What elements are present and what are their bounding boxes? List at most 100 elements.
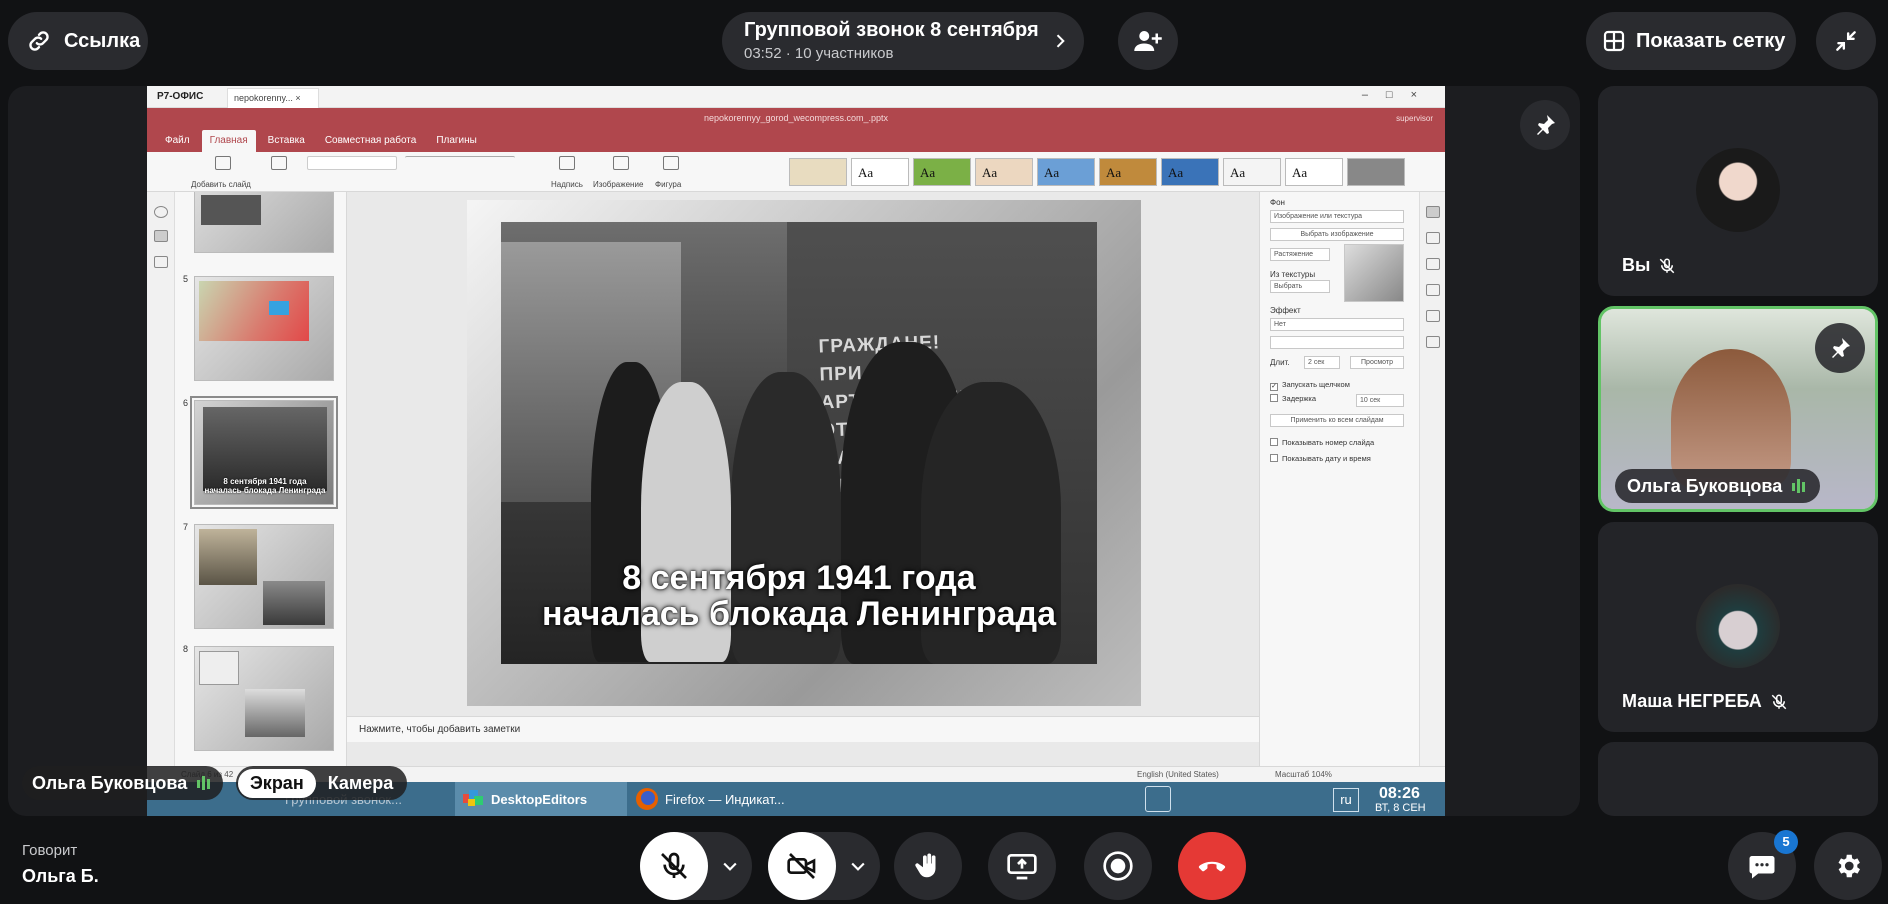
start-on-click-checkbox: ✓ Запускать щелчком [1270,380,1350,391]
pin-participant-button[interactable] [1815,323,1865,373]
language-label: English (United States) [1137,770,1219,779]
collapse-button[interactable] [1816,12,1876,70]
microphone-toggle-button[interactable] [640,832,708,900]
taskbar-desktop-editors-label: DesktopEditors [491,791,588,807]
call-info-button[interactable]: Групповой звонок 8 сентября 03:52 · 10 у… [722,12,1084,70]
app-logo: Р7-ОФИС [157,91,204,102]
volume-icon [1177,786,1203,812]
link-icon [29,31,49,51]
thumb-photo [199,529,257,585]
ribbon-tab-insert: Вставка [267,135,305,146]
chat-icon [1749,856,1775,879]
camera-toggle[interactable]: Камера [316,769,406,798]
call-subtitle: 03:52 · 10 участников [744,45,894,62]
comments-icon [154,256,168,268]
presenter-name: Ольга Буковцова [32,772,188,793]
slide-thumbnail-5 [194,276,334,381]
microphone-control[interactable] [640,832,752,900]
participant-tile-more[interactable] [1598,742,1878,816]
document-tab-label: nepokorenny... [234,93,293,103]
right-toolbar [1419,192,1445,766]
share-screen-icon [1007,854,1037,880]
participant-name-masha: Маша НЕГРЕБА [1622,691,1762,711]
slide-caption-line-2: началась блокада Ленинграда [541,595,1057,633]
notes-placeholder: Нажмите, чтобы добавить заметки [359,724,521,735]
link-button[interactable]: Ссылка [8,12,148,70]
search-icon [154,206,168,218]
ribbon-tab-collab: Совместная работа [324,135,417,146]
theme-7: Aa [1161,158,1219,186]
thumb-caption: 8 сентября 1941 года началась блокада Ле… [204,477,326,495]
settings-button[interactable] [1814,832,1882,900]
brightness-icon [1209,786,1235,812]
image-icon [613,156,629,170]
mic-off-icon [1771,694,1786,709]
hang-up-button[interactable] [1178,832,1246,900]
slide-number-7: 7 [183,522,189,532]
thumb-map [199,281,309,341]
slide-thumbnail-6: 8 сентября 1941 года началась блокада Ле… [190,396,338,509]
participant-tile-you[interactable]: Вы [1598,86,1878,296]
video-person [1671,349,1791,489]
mic-off-icon [1660,258,1675,273]
add-participant-button[interactable] [1118,12,1178,70]
show-slide-number-label: Показывать номер слайда [1282,438,1375,447]
thumb-photo [245,689,305,737]
grid-icon [1603,30,1625,52]
shape-label: Фигура [655,180,682,189]
system-tray [1145,786,1289,812]
add-slide-label: Добавить слайд [191,180,251,189]
paragraph-settings-icon [1426,284,1440,296]
share-screen-button[interactable] [988,832,1056,900]
camera-control[interactable] [768,832,880,900]
link-label: Ссылка [64,29,141,52]
participant-name-you: Вы [1622,255,1651,275]
start-on-click-label: Запускать щелчком [1282,380,1350,389]
raise-hand-button[interactable] [894,832,962,900]
shape-settings-icon [1426,232,1440,244]
fill-type-select: Изображение или текстура [1270,210,1404,223]
participant-name: Маша НЕГРЕБА [1622,691,1788,712]
chevron-down-icon[interactable] [848,856,868,876]
pin-screen-button[interactable] [1520,100,1570,150]
screen-camera-toggle[interactable]: Экран Камера [236,766,408,800]
notes-field: Нажмите, чтобы добавить заметки [347,716,1259,742]
theme-10 [1347,158,1405,186]
effect-select: Нет [1270,318,1404,331]
speaking-icon [1792,479,1806,493]
camera-toggle-button[interactable] [768,832,836,900]
effect-label: Эффект [1270,306,1301,315]
duration-input: 2 сек [1304,356,1340,369]
theme-2: Aa [851,158,909,186]
participant-name: Вы [1622,255,1676,276]
format-icons [405,156,515,170]
show-slide-number-checkbox: Показывать номер слайда [1270,438,1374,447]
avatar [1696,584,1780,668]
chevron-down-icon[interactable] [720,856,740,876]
slide-thumbnail-7 [194,524,334,629]
slide-settings-panel: Фон Изображение или текстура Выбрать изо… [1259,192,1419,766]
image-settings-icon [1426,258,1440,270]
chevron-right-icon [1056,34,1065,48]
screen-toggle[interactable]: Экран [238,768,316,798]
delay-checkbox: Задержка [1270,394,1316,403]
participant-tile-masha[interactable]: Маша НЕГРЕБА [1598,522,1878,732]
theme-3: Aa [913,158,971,186]
record-button[interactable] [1084,832,1152,900]
texture-preview [1344,244,1404,302]
layout-icon [271,156,287,170]
thumb-map-marker [269,301,289,315]
participant-tile-olga[interactable]: Ольга Буковцова [1598,306,1878,512]
chat-unread-badge: 5 [1774,830,1798,854]
slide-number-5: 5 [183,274,189,284]
ribbon-tab-plugins: Плагины [436,135,477,146]
speaking-icon [197,776,211,790]
delay-label: Задержка [1282,394,1317,403]
effect-option-select [1270,336,1404,349]
ribbon-header: nepokorennyy_gorod_wecompress.com_.pptx … [147,108,1445,130]
tray-up-icon [1145,786,1171,812]
theme-6: Aa [1099,158,1157,186]
theme-4: Aa [975,158,1033,186]
show-grid-button[interactable]: Показать сетку [1586,12,1796,70]
network-icon [1241,786,1267,812]
